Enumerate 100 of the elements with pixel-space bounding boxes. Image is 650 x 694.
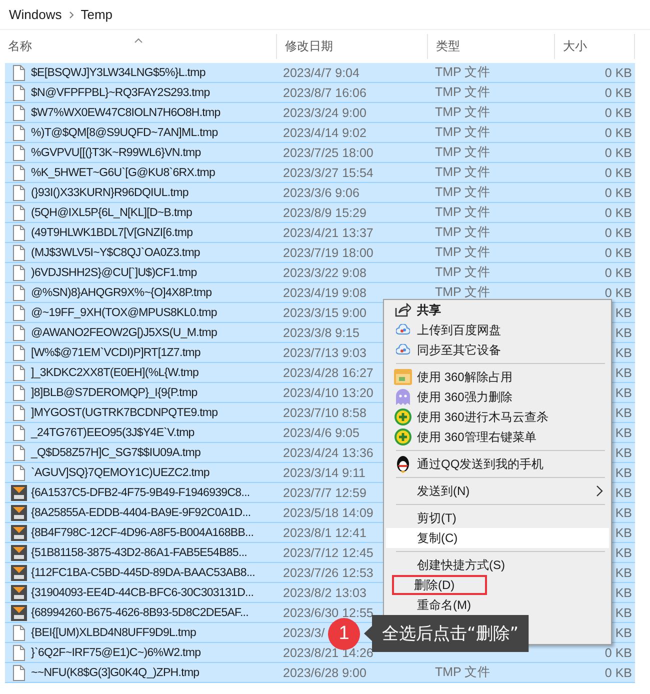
file-name: ]8]BLB@S7DEROMQP}_I{9{P.tmp (31, 386, 198, 398)
column-header[interactable]: 大小 (563, 38, 587, 55)
file-icon (12, 444, 26, 460)
file-size: 0 KB (604, 166, 632, 180)
file-name: `AGUV]SQ}7QEMOY1C)UEZC2.tmp (31, 466, 210, 478)
file-icon (12, 124, 26, 140)
file-icon (12, 184, 26, 200)
menu-item[interactable]: 同步至其它设备 (386, 340, 609, 360)
file-size: KB (615, 486, 632, 500)
file-row[interactable]: @%SN)8}AHQGR9X%~{O]4X8P.tmp 2023/4/19 9:08 TMP 文件 0 KB (5, 283, 635, 303)
file-row[interactable]: (MJ$3WLV5I~Y$C8QJ`OA0Z3.tmp 2023/7/19 18:00 TMP 文件 0 KB (5, 243, 635, 263)
file-row[interactable]: (49T9HLWK1BDL7[V[GNZI[6.tmp 2023/4/21 13:37 TMP 文件 0 KB (5, 223, 635, 243)
file-type: TMP 文件 (435, 164, 491, 181)
file-type: TMP 文件 (435, 84, 491, 101)
file-type: TMP 文件 (435, 264, 491, 281)
file-size: KB (615, 526, 632, 540)
file-icon (12, 364, 26, 380)
file-type: TMP 文件 (435, 224, 491, 241)
file-row[interactable]: $N@VFPFPBL}~RQ3FAY2S293.tmp 2023/8/7 16:06 TMP 文件 0 KB (5, 83, 635, 103)
modified-date: 2023/3/22 9:08 (283, 266, 366, 280)
file-name: %K_5HWET~G6U`[G@KU8`6RX.tmp (31, 166, 216, 178)
file-row[interactable]: %K_5HWET~G6U`[G@KU8`6RX.tmp 2023/3/27 15:54 TMP 文件 0 KB (5, 163, 635, 183)
modified-date: 2023/3/27 15:54 (283, 166, 374, 180)
file-size: 0 KB (604, 86, 632, 100)
file-icon (12, 264, 26, 280)
file-name: (}93I()X33KURN}R96DQIUL.tmp (31, 186, 188, 198)
menu-item[interactable]: 上传到百度网盘 (386, 320, 609, 340)
column-header[interactable]: 类型 (436, 38, 460, 55)
file-icon (12, 404, 26, 420)
modified-date: 2023/4/21 13:37 (283, 226, 374, 240)
modified-date: 2023/6/28 9:00 (283, 666, 366, 680)
file-size: 0 KB (604, 246, 632, 260)
file-name: {68994260-B675-4626-8B93-5D8C2DE5AF... (31, 606, 248, 618)
file-size: KB (615, 346, 632, 360)
modified-date: 2023/4/7 9:04 (283, 66, 360, 80)
file-icon (12, 664, 26, 680)
breadcrumb-item[interactable]: Temp (80, 7, 113, 22)
file-size: KB (615, 546, 632, 560)
modified-date: 2023/4/6 9:05 (283, 426, 360, 440)
file-row[interactable]: $W7%WX0EW47C8IOLN7H6O8H.tmp 2023/3/24 9:00 TMP 文件 0 KB (5, 103, 635, 123)
file-type: TMP 文件 (435, 664, 491, 681)
modified-date: 2023/4/14 9:02 (283, 126, 366, 140)
share-icon (395, 303, 411, 317)
modified-date: 2023/4/28 16:27 (283, 366, 374, 380)
file-type: TMP 文件 (435, 184, 491, 201)
modified-date: 2023/8/2 13:03 (283, 586, 366, 600)
file-row[interactable]: $E[BSQWJ]Y3LW34LNG$5%}L.tmp 2023/4/7 9:04 TMP 文件 0 KB (5, 63, 635, 83)
modified-date: 2023/7/12 12:45 (283, 546, 374, 560)
file-row[interactable]: (}93I()X33KURN}R96DQIUL.tmp 2023/3/6 9:06 TMP 文件 0 KB (5, 183, 635, 203)
column-header[interactable]: 名称 (8, 38, 32, 55)
menu-item[interactable]: 复制(C) (386, 528, 609, 548)
modified-date: 2023/7/13 9:03 (283, 346, 366, 360)
file-name: ]_3KDKC2XX8T(E0EH](%L{W.tmp (31, 366, 199, 378)
breadcrumb-item[interactable]: Windows (9, 7, 62, 22)
modified-date: 2023/8/7 16:06 (283, 86, 366, 100)
menu-item[interactable]: 共享 (386, 300, 609, 320)
file-row[interactable]: ~~NFU(K8$G(3]G0K4Q_)ZPH.tmp 2023/6/28 9:00 TMP 文件 0 KB (5, 663, 635, 683)
modified-date: 2023/4/24 13:36 (283, 446, 374, 460)
file-row[interactable]: %GVPVU[[(}T3K~R99WL6}VN.tmp 2023/7/25 18:00 TMP 文件 0 KB (5, 143, 635, 163)
modified-date: 2023/7/25 18:00 (283, 146, 374, 160)
file-icon (12, 224, 26, 240)
file-name: (MJ$3WLV5I~Y$C8QJ`OA0Z3.tmp (31, 246, 200, 258)
file-icon (12, 164, 26, 180)
modified-date: 2023/7/19 18:00 (283, 246, 374, 260)
file-size: KB (615, 366, 632, 380)
file-icon (12, 384, 26, 400)
file-size: KB (615, 326, 632, 340)
file-icon (12, 284, 26, 300)
file-icon (12, 424, 26, 440)
file-icon (12, 204, 26, 220)
file-icon (12, 304, 26, 320)
file-size: 0 KB (604, 286, 632, 300)
file-row[interactable]: )6VDJSHH2S}@CU[`]U$)CF1.tmp 2023/3/22 9:08 TMP 文件 0 KB (5, 263, 635, 283)
database-file-icon (11, 584, 27, 600)
menu-item[interactable]: 发送到(N) (386, 481, 609, 501)
folder-icon (394, 368, 412, 386)
file-name: @AWANO2FEOW2G[)J5XS(U_M.tmp (31, 326, 218, 338)
file-icon (12, 104, 26, 120)
file-size: 0 KB (604, 266, 632, 280)
file-name: {8A25855A-EDDB-4404-BA9E-9F92C0A1D... (31, 506, 251, 518)
cloud-icon (396, 324, 410, 336)
penguin-icon (395, 455, 411, 473)
file-name: $W7%WX0EW47C8IOLN7H6O8H.tmp (31, 106, 220, 118)
file-size: KB (615, 386, 632, 400)
file-name: @~19FF_9XH(TOX@MPUS8KL0.tmp (31, 306, 217, 318)
file-row[interactable]: (5QH@IXL5P{6L_N[KL][D~B.tmp 2023/8/9 15:29 TMP 文件 0 KB (5, 203, 635, 223)
file-row[interactable]: %)T@$QM[8@S9UQFD~7AN]ML.tmp 2023/4/14 9:02 TMP 文件 0 KB (5, 123, 635, 143)
file-size: KB (615, 426, 632, 440)
sort-ascending-icon (134, 38, 143, 43)
file-name: %GVPVU[[(}T3K~R99WL6}VN.tmp (31, 146, 201, 158)
file-name: {31904093-EE4D-44CB-BFC6-30C303131D... (31, 586, 254, 598)
file-icon (12, 84, 26, 100)
modified-date: 2023/5/18 14:09 (283, 506, 374, 520)
file-size: KB (615, 586, 632, 600)
file-size: 0 KB (604, 666, 632, 680)
file-name: ~~NFU(K8$G(3]G0K4Q_)ZPH.tmp (31, 666, 200, 678)
file-size: 0 KB (604, 646, 632, 660)
file-type: TMP 文件 (435, 144, 491, 161)
database-file-icon (11, 524, 27, 540)
column-header[interactable]: 修改日期 (285, 38, 333, 55)
